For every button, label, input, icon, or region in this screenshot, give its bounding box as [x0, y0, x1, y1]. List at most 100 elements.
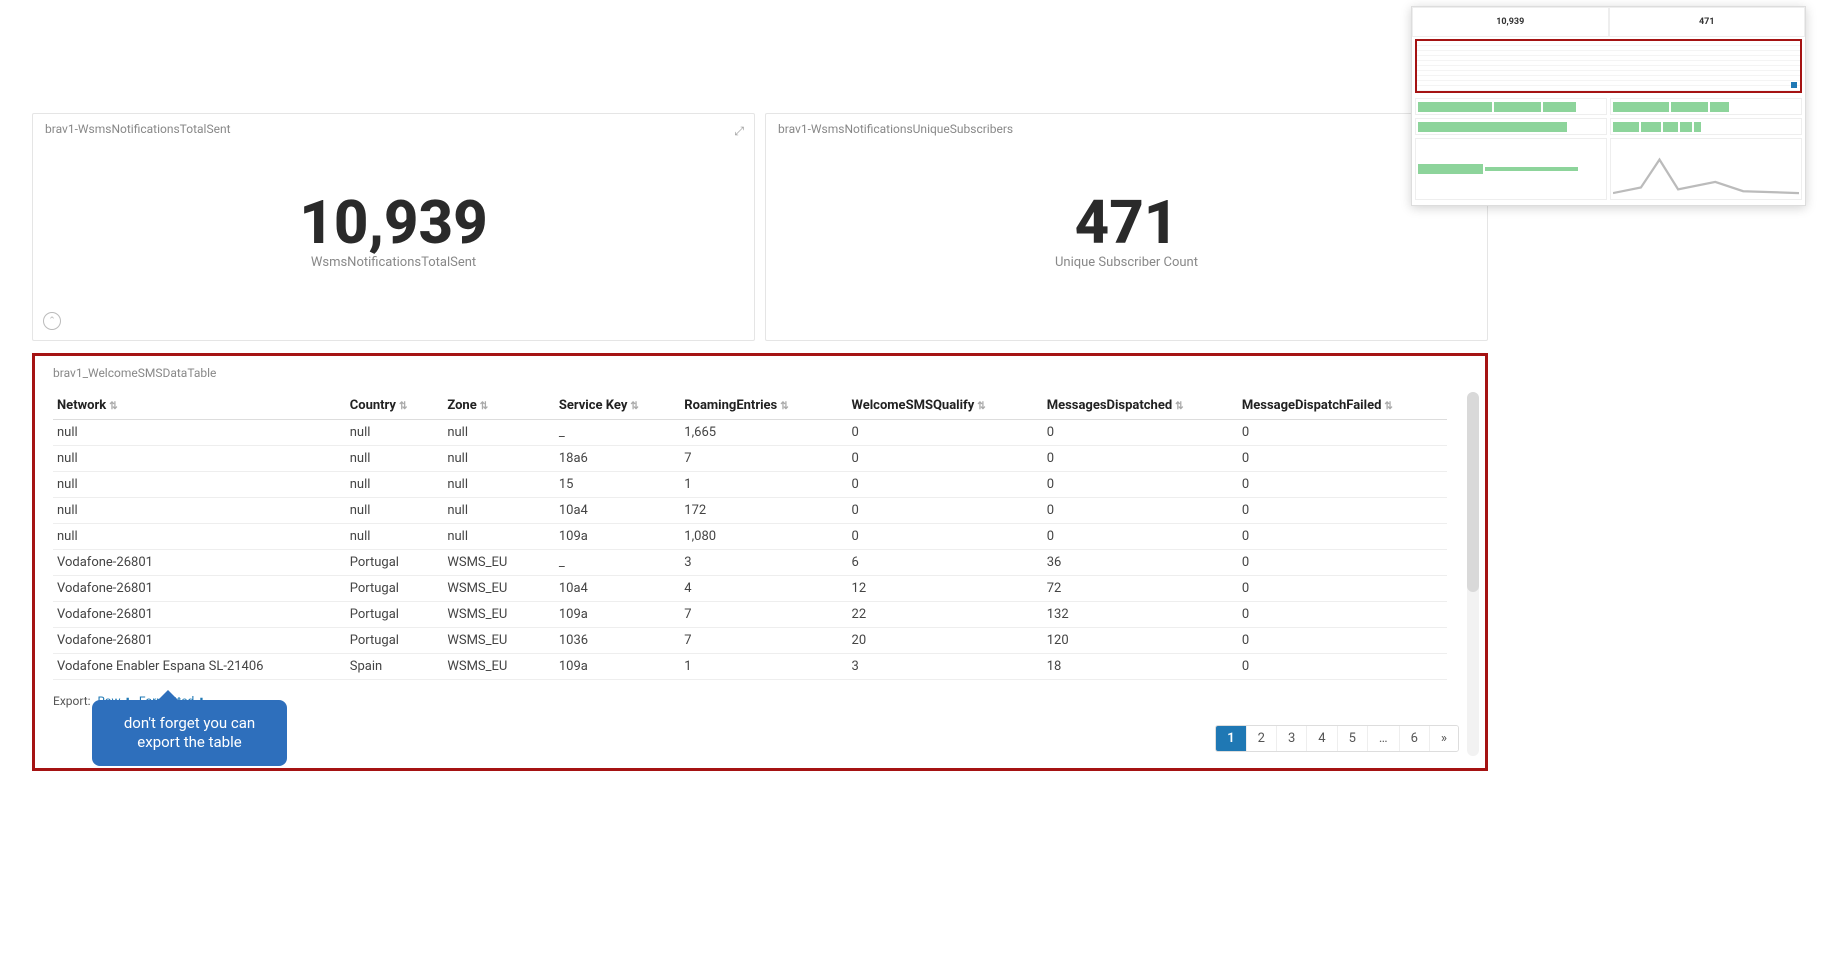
table-title: brav1_WelcomeSMSDataTable	[53, 366, 1467, 380]
sort-icon: ⇅	[399, 401, 407, 412]
table-cell: WSMS_EU	[443, 602, 555, 628]
table-cell: 4	[680, 576, 847, 602]
pagination-page[interactable]: 5	[1338, 726, 1368, 751]
minimap-kpi-left: 10,939	[1412, 7, 1609, 37]
table-cell: Vodafone-26801	[53, 550, 346, 576]
table-cell: WSMS_EU	[443, 576, 555, 602]
table-cell: 22	[848, 602, 1043, 628]
table-row[interactable]: Vodafone-26801PortugalWSMS_EU10a4412720	[53, 576, 1447, 602]
data-table: Network⇅Country⇅Zone⇅Service Key⇅Roaming…	[53, 392, 1447, 680]
table-cell: 0	[1043, 498, 1238, 524]
table-cell: Portugal	[346, 576, 444, 602]
table-cell: null	[443, 420, 555, 446]
table-cell: 0	[848, 420, 1043, 446]
column-header[interactable]: MessageDispatchFailed⇅	[1238, 392, 1447, 420]
table-cell: 0	[1238, 576, 1447, 602]
scrollbar-thumb[interactable]	[1467, 392, 1479, 592]
table-cell: 120	[1043, 628, 1238, 654]
pagination-page[interactable]: 6	[1400, 726, 1430, 751]
table-cell: 1	[680, 654, 847, 680]
column-header[interactable]: Zone⇅	[443, 392, 555, 420]
table-cell: 0	[848, 472, 1043, 498]
table-cell: _	[555, 420, 680, 446]
table-cell: 6	[848, 550, 1043, 576]
table-cell: 0	[1043, 472, 1238, 498]
table-row[interactable]: nullnullnull18a67000	[53, 446, 1447, 472]
column-header[interactable]: Country⇅	[346, 392, 444, 420]
kpi-unique-card: brav1-WsmsNotificationsUniqueSubscribers…	[765, 113, 1488, 341]
pagination-page[interactable]: 3	[1277, 726, 1307, 751]
table-cell: 1,080	[680, 524, 847, 550]
table-row[interactable]: nullnullnull151000	[53, 472, 1447, 498]
sort-icon: ⇅	[780, 401, 788, 412]
scroll-top-icon[interactable]: ⌃	[43, 312, 61, 330]
table-cell: null	[443, 524, 555, 550]
table-cell: 0	[848, 498, 1043, 524]
table-cell: null	[53, 524, 346, 550]
table-row[interactable]: Vodafone-26801PortugalWSMS_EU10367201200	[53, 628, 1447, 654]
table-row[interactable]: nullnullnull10a4172000	[53, 498, 1447, 524]
column-header[interactable]: Service Key⇅	[555, 392, 680, 420]
pagination-next[interactable]: »	[1430, 726, 1458, 751]
table-cell: null	[443, 446, 555, 472]
minimap-table-highlight	[1415, 39, 1802, 93]
column-header[interactable]: RoamingEntries⇅	[680, 392, 847, 420]
column-header[interactable]: Network⇅	[53, 392, 346, 420]
table-cell: 1036	[555, 628, 680, 654]
sort-icon: ⇅	[977, 401, 985, 412]
sort-icon: ⇅	[1384, 401, 1392, 412]
sort-icon: ⇅	[630, 401, 638, 412]
pagination-page[interactable]: 2	[1247, 726, 1277, 751]
table-cell: Spain	[346, 654, 444, 680]
table-cell: Portugal	[346, 550, 444, 576]
table-cell: null	[346, 472, 444, 498]
table-row[interactable]: nullnullnull109a1,080000	[53, 524, 1447, 550]
table-cell: 18	[1043, 654, 1238, 680]
table-cell: 0	[848, 446, 1043, 472]
pagination-page[interactable]: 4	[1307, 726, 1337, 751]
table-cell: null	[443, 498, 555, 524]
table-cell: 0	[1043, 420, 1238, 446]
table-cell: 0	[1238, 472, 1447, 498]
table-cell: Vodafone Enabler Espana SL-21406	[53, 654, 346, 680]
kpi-total-sent-title: brav1-WsmsNotificationsTotalSent	[45, 122, 742, 136]
column-header[interactable]: MessagesDispatched⇅	[1043, 392, 1238, 420]
table-row[interactable]: Vodafone-26801PortugalWSMS_EU_36360	[53, 550, 1447, 576]
table-cell: 36	[1043, 550, 1238, 576]
pagination-page[interactable]: 1	[1216, 726, 1246, 751]
table-cell: 132	[1043, 602, 1238, 628]
table-cell: 7	[680, 446, 847, 472]
table-cell: 15	[555, 472, 680, 498]
table-cell: 0	[1238, 498, 1447, 524]
table-cell: 0	[1238, 602, 1447, 628]
table-scrollbar[interactable]	[1467, 392, 1479, 756]
table-cell: 7	[680, 602, 847, 628]
table-cell: 172	[680, 498, 847, 524]
table-cell: null	[53, 446, 346, 472]
table-cell: 0	[1238, 524, 1447, 550]
table-row[interactable]: nullnullnull_1,665000	[53, 420, 1447, 446]
table-cell: 0	[1043, 524, 1238, 550]
annotation-callout: don't forget you can export the table	[92, 700, 287, 766]
sort-icon: ⇅	[109, 401, 117, 412]
sort-icon: ⇅	[480, 401, 488, 412]
kpi-unique-value: 471	[1075, 193, 1179, 253]
table-cell: null	[346, 420, 444, 446]
table-cell: 0	[1238, 550, 1447, 576]
table-cell: WSMS_EU	[443, 628, 555, 654]
column-header[interactable]: WelcomeSMSQualify⇅	[848, 392, 1043, 420]
table-cell: 0	[848, 524, 1043, 550]
table-cell: 109a	[555, 602, 680, 628]
table-cell: 3	[680, 550, 847, 576]
table-cell: 10a4	[555, 576, 680, 602]
dashboard-minimap[interactable]: 10,939 471	[1411, 6, 1806, 206]
table-cell: 0	[1238, 446, 1447, 472]
table-cell: Portugal	[346, 628, 444, 654]
expand-icon[interactable]: ⤢	[734, 124, 744, 139]
table-cell: 1,665	[680, 420, 847, 446]
table-cell: 10a4	[555, 498, 680, 524]
table-row[interactable]: Vodafone-26801PortugalWSMS_EU109a7221320	[53, 602, 1447, 628]
table-cell: _	[555, 550, 680, 576]
table-cell: 18a6	[555, 446, 680, 472]
table-row[interactable]: Vodafone Enabler Espana SL-21406SpainWSM…	[53, 654, 1447, 680]
